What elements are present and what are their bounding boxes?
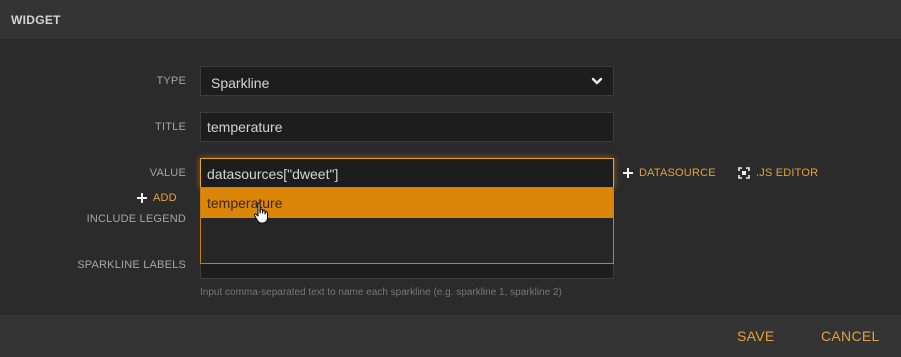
sparkline-labels-hint: Input comma-separated text to name each … — [200, 287, 562, 298]
include-legend-label: INCLUDE LEGEND — [86, 213, 186, 225]
type-select[interactable]: Sparkline — [200, 66, 614, 96]
hand-pointer-icon — [253, 202, 269, 224]
js-editor-link-label: .JS EDITOR — [756, 167, 819, 179]
add-link-label: ADD — [153, 192, 177, 204]
title-input[interactable] — [200, 112, 614, 142]
datasource-link-label: DATASOURCE — [639, 167, 716, 179]
dialog-title: WIDGET — [11, 13, 61, 27]
title-label: TITLE — [155, 121, 186, 133]
sparkline-labels-label: SPARKLINE LABELS — [77, 259, 186, 271]
autocomplete-dropdown: temperature — [200, 187, 614, 264]
expand-icon — [738, 167, 750, 179]
type-label: TYPE — [156, 75, 186, 87]
value-input-text: datasources["dweet"] — [207, 166, 339, 182]
type-select-value: Sparkline — [211, 75, 270, 91]
dialog-header: WIDGET — [0, 0, 901, 40]
dialog-footer: SAVE CANCEL — [0, 315, 901, 357]
value-input[interactable]: datasources["dweet"] — [200, 158, 614, 188]
value-label: VALUE — [149, 167, 186, 179]
save-button[interactable]: SAVE — [737, 328, 775, 344]
plus-icon — [137, 193, 147, 203]
chevron-down-icon — [591, 77, 603, 85]
plus-icon — [623, 168, 633, 178]
cancel-button[interactable]: CANCEL — [821, 328, 880, 344]
add-datasource-link[interactable]: DATASOURCE — [623, 167, 716, 179]
add-value-link[interactable]: ADD — [137, 192, 177, 204]
js-editor-link[interactable]: .JS EDITOR — [738, 167, 818, 179]
